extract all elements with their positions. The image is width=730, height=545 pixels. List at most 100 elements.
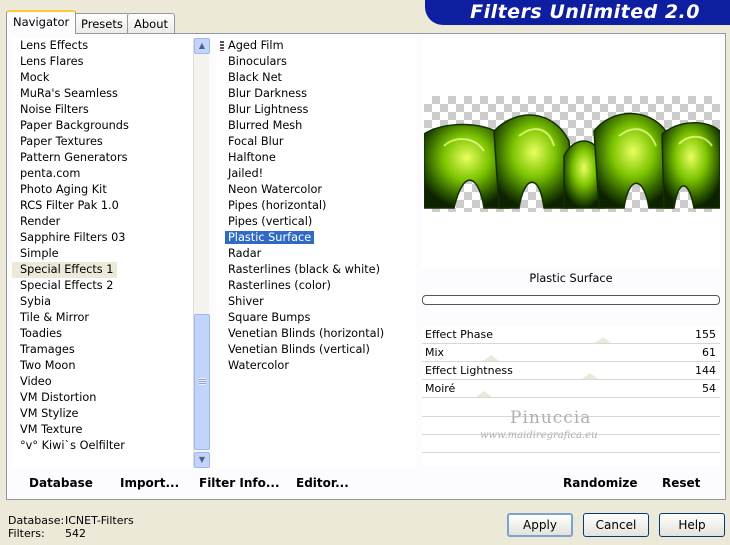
filter-item-label: Venetian Blinds (horizontal) — [228, 327, 385, 340]
app-title: Filters Unlimited 2.0 — [470, 1, 700, 23]
param-label: Effect Lightness — [425, 364, 513, 377]
tab-presets[interactable]: Presets — [74, 13, 130, 33]
reset-button[interactable]: Reset — [662, 476, 700, 490]
title-banner: Filters Unlimited 2.0 — [425, 0, 730, 25]
tab-about[interactable]: About — [127, 13, 176, 33]
status-value: 542 — [65, 527, 86, 540]
category-item[interactable]: Lens Effects — [12, 38, 193, 54]
watermark-name: Pinuccia — [510, 408, 592, 428]
help-button[interactable]: Help — [659, 513, 725, 537]
filter-item-label: Blur Lightness — [228, 103, 309, 116]
category-item[interactable]: Tile & Mirror — [12, 310, 193, 326]
category-item[interactable]: Tramages — [12, 342, 193, 358]
filter-item-label: Pipes (horizontal) — [228, 199, 327, 212]
filter-item[interactable]: Aged Film — [216, 38, 416, 54]
filter-item[interactable]: Watercolor — [216, 358, 416, 374]
category-item[interactable]: Lens Flares — [12, 54, 193, 70]
filter-item-label: Plastic Surface — [225, 231, 315, 244]
filter-item-label: Neon Watercolor — [228, 183, 323, 196]
category-item[interactable]: RCS Filter Pak 1.0 — [12, 198, 193, 214]
import-button[interactable]: Import... — [120, 476, 179, 490]
grip-icon — [199, 378, 206, 385]
filter-item-label: Rasterlines (black & white) — [228, 263, 381, 276]
database-button[interactable]: Database — [29, 476, 93, 490]
editor-button[interactable]: Editor... — [296, 476, 349, 490]
category-item[interactable]: VM Distortion — [12, 390, 193, 406]
category-item[interactable]: VM Texture — [12, 422, 193, 438]
status-filters: Filters: 542 — [8, 527, 86, 540]
filter-item[interactable]: Blur Darkness — [216, 86, 416, 102]
category-item[interactable]: °v° Kiwi`s Oelfilter — [12, 438, 193, 454]
category-list[interactable]: Lens Effects Lens Flares Mock MuRa's Seamle… — [12, 38, 193, 468]
filter-item[interactable]: Binoculars — [216, 54, 416, 70]
param-value: 155 — [695, 328, 716, 341]
filter-item-label: Square Bumps — [228, 311, 311, 324]
apply-button[interactable]: Apply — [507, 513, 573, 537]
status-database: Database: ICNET-Filters — [8, 514, 134, 527]
category-item[interactable]: Sybia — [12, 294, 193, 310]
filter-item[interactable]: Black Net — [216, 70, 416, 86]
filter-item-label: Venetian Blinds (vertical) — [228, 343, 370, 356]
category-item[interactable]: Special Effects 1 — [12, 262, 193, 278]
param-label: Effect Phase — [425, 328, 493, 341]
filter-item[interactable]: Jailed! — [216, 166, 416, 182]
category-item[interactable]: VM Stylize — [12, 406, 193, 422]
category-item[interactable]: Video — [12, 374, 193, 390]
category-scrollbar[interactable]: ▲ ▼ — [193, 38, 210, 468]
filter-item[interactable]: Radar — [216, 246, 416, 262]
filter-list[interactable]: Aged Film Binoculars Black Net Blur Darknes… — [216, 38, 416, 468]
category-item[interactable]: Pattern Generators — [12, 150, 193, 166]
parameter-panel: Effect Phase 155 Mix 61 Effect Lightness… — [422, 326, 720, 466]
param-value: 61 — [702, 346, 716, 359]
progress-bar — [422, 295, 720, 305]
filter-item[interactable]: Focal Blur — [216, 134, 416, 150]
selected-category-label: Special Effects 1 — [12, 262, 118, 278]
param-value: 144 — [695, 364, 716, 377]
param-action-bar: Randomize Reset — [422, 470, 720, 498]
scroll-thumb[interactable] — [194, 314, 210, 450]
cancel-button[interactable]: Cancel — [583, 513, 649, 537]
filter-item[interactable]: Pipes (vertical) — [216, 214, 416, 230]
category-item[interactable]: Render — [12, 214, 193, 230]
filter-item[interactable]: Neon Watercolor — [216, 182, 416, 198]
list-action-bar: Database Import... Filter Info... Editor… — [12, 470, 416, 498]
category-item[interactable]: penta.com — [12, 166, 193, 182]
filter-item[interactable]: Shiver — [216, 294, 416, 310]
filter-item[interactable]: Pipes (horizontal) — [216, 198, 416, 214]
param-label: Mix — [425, 346, 445, 359]
tab-navigator[interactable]: Navigator — [6, 10, 77, 34]
category-item[interactable]: Paper Backgrounds — [12, 118, 193, 134]
filter-item[interactable]: Blur Lightness — [216, 102, 416, 118]
param-effect-phase[interactable]: Effect Phase 155 — [422, 326, 720, 344]
category-item[interactable]: Noise Filters — [12, 102, 193, 118]
category-item[interactable]: Two Moon — [12, 358, 193, 374]
filter-item[interactable]: Plastic Surface — [216, 230, 416, 246]
category-item[interactable]: Simple — [12, 246, 193, 262]
filter-info-button[interactable]: Filter Info... — [199, 476, 280, 490]
category-item[interactable]: Paper Textures — [12, 134, 193, 150]
filter-item-label: Binoculars — [228, 55, 287, 68]
randomize-button[interactable]: Randomize — [563, 476, 637, 490]
filter-item[interactable]: Square Bumps — [216, 310, 416, 326]
category-item[interactable]: Toadies — [12, 326, 193, 342]
filter-item[interactable]: Venetian Blinds (horizontal) — [216, 326, 416, 342]
category-item[interactable]: Mock — [12, 70, 193, 86]
filter-item[interactable]: Halftone — [216, 150, 416, 166]
preview-area — [422, 38, 721, 268]
filter-item[interactable]: Rasterlines (color) — [216, 278, 416, 294]
filter-item-label: Blurred Mesh — [228, 119, 303, 132]
param-mix[interactable]: Mix 61 — [422, 344, 720, 362]
filter-item-label: Shiver — [228, 295, 264, 308]
filter-item[interactable]: Venetian Blinds (vertical) — [216, 342, 416, 358]
category-item[interactable]: MuRa's Seamless — [12, 86, 193, 102]
filter-item[interactable]: Blurred Mesh — [216, 118, 416, 134]
scroll-down-button[interactable]: ▼ — [194, 452, 210, 468]
scroll-up-button[interactable]: ▲ — [194, 38, 210, 54]
category-item[interactable]: Sapphire Filters 03 — [12, 230, 193, 246]
param-moire[interactable]: Moiré 54 — [422, 380, 720, 398]
category-item[interactable]: Special Effects 2 — [12, 278, 193, 294]
param-effect-lightness[interactable]: Effect Lightness 144 — [422, 362, 720, 380]
filter-item[interactable]: Rasterlines (black & white) — [216, 262, 416, 278]
filter-item-label: Aged Film — [228, 39, 284, 52]
category-item[interactable]: Photo Aging Kit — [12, 182, 193, 198]
